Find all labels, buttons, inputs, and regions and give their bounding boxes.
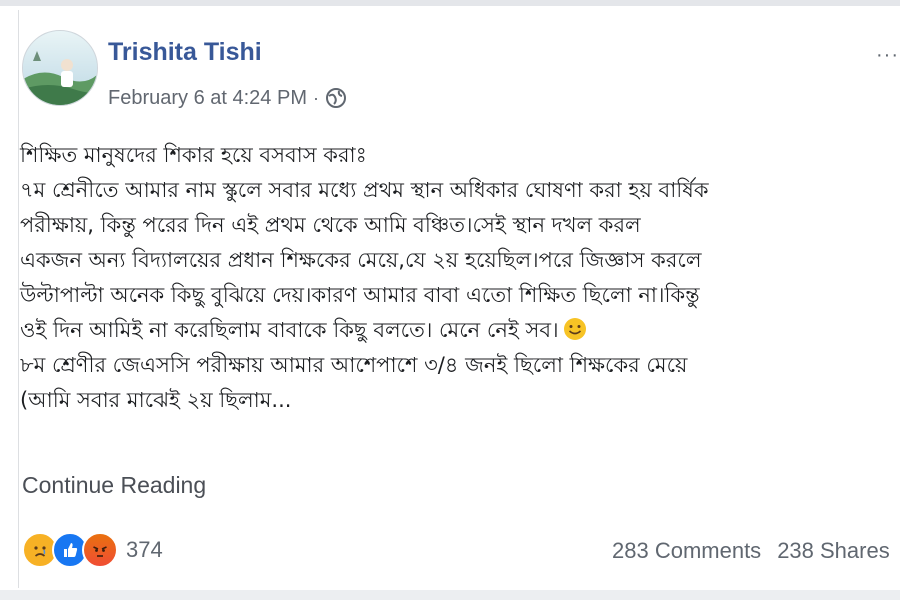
more-options-icon[interactable]: ··· bbox=[876, 44, 899, 67]
angry-react-icon bbox=[82, 532, 118, 568]
engagement-stats: 283 Comments 238 Shares bbox=[612, 538, 890, 564]
post-meta: February 6 at 4:24 PM · bbox=[108, 84, 347, 112]
comments-count-link[interactable]: 283 Comments bbox=[612, 538, 761, 564]
post-body-line-text: ওই দিন আমিই না করেছিলাম বাবাকে কিছু বলতে… bbox=[20, 318, 559, 342]
top-border bbox=[0, 0, 900, 6]
post-body: শিক্ষিত মানুষদের শিকার হয়ে বসবাস করাঃ ৭… bbox=[20, 138, 900, 418]
bottom-border bbox=[0, 590, 900, 600]
post-body-line-with-emoji: ওই দিন আমিই না করেছিলাম বাবাকে কিছু বলতে… bbox=[20, 313, 900, 348]
author-name[interactable]: Trishita Tishi bbox=[108, 38, 262, 67]
smile-emoji-icon bbox=[563, 318, 586, 340]
post-body-line: (আমি সবার মাঝেই ২য় ছিলাম... bbox=[20, 388, 292, 412]
avatar-image bbox=[23, 31, 97, 105]
post-body-line: উল্টাপাল্টা অনেক কিছু বুঝিয়ে দেয়।কারণ … bbox=[20, 283, 700, 307]
post-body-line: ৭ম শ্রেনীতে আমার নাম স্কুলে সবার মধ্যে প… bbox=[20, 178, 709, 202]
reaction-count: 374 bbox=[126, 537, 163, 562]
continue-reading-link[interactable]: Continue Reading bbox=[22, 472, 206, 499]
post-timestamp[interactable]: February 6 at 4:24 PM bbox=[108, 87, 307, 110]
post-body-line: পরীক্ষায়, কিন্তু পরের দিন এই প্রথম থেকে… bbox=[20, 213, 641, 237]
shares-count-link[interactable]: 238 Shares bbox=[777, 538, 890, 564]
post-body-line: একজন অন্য বিদ্যালয়ের প্রধান শিক্ষকের মে… bbox=[20, 248, 702, 272]
post-body-line: ৮ম শ্রেণীর জেএসসি পরীক্ষায় আমার আশেপাশে… bbox=[20, 353, 688, 377]
meta-separator: · bbox=[312, 87, 319, 108]
author-avatar[interactable] bbox=[22, 30, 98, 106]
post-body-line: শিক্ষিত মানুষদের শিকার হয়ে বসবাস করাঃ bbox=[20, 143, 367, 167]
globe-icon bbox=[325, 87, 347, 109]
reactions-summary[interactable]: 374 bbox=[22, 532, 163, 568]
